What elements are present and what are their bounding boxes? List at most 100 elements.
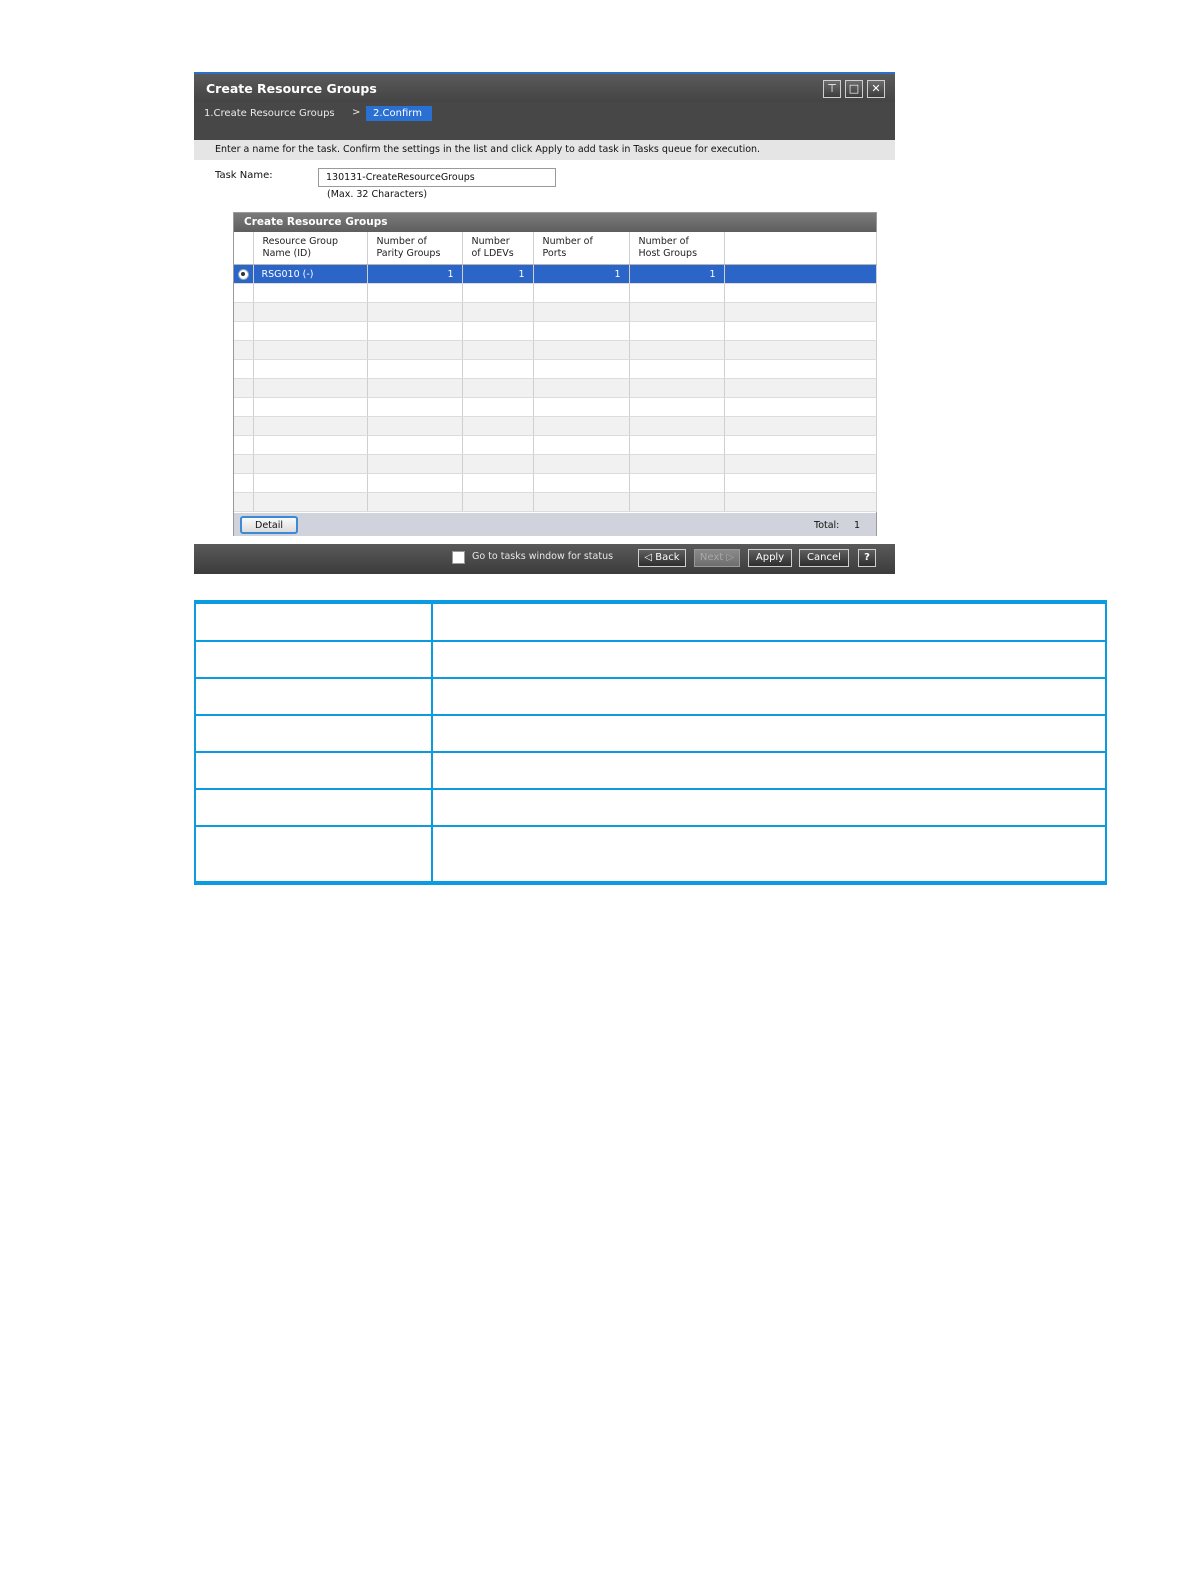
empty-cell — [367, 378, 463, 398]
empty-cell — [253, 435, 368, 455]
empty-cell — [724, 397, 877, 417]
column-header-select — [234, 232, 254, 265]
empty-cell — [533, 397, 630, 417]
total-count: 1 — [854, 520, 861, 531]
description-header-row — [194, 600, 1107, 642]
table-row[interactable]: RSG010 (-) 1 1 1 1 — [234, 264, 877, 284]
empty-cell — [462, 416, 534, 436]
column-header-ports[interactable]: Number of Ports — [533, 232, 630, 265]
table-row-empty — [234, 435, 877, 455]
empty-cell — [253, 283, 368, 303]
column-header-ldevs[interactable]: Number of LDEVs — [462, 232, 534, 265]
cancel-button[interactable]: Cancel — [799, 549, 849, 567]
close-icon[interactable]: ✕ — [867, 80, 885, 98]
empty-cell — [462, 435, 534, 455]
apply-button[interactable]: Apply — [748, 549, 792, 567]
instruction-bar: Enter a name for the task. Confirm the s… — [194, 140, 895, 160]
empty-cell — [533, 435, 630, 455]
wizard-step-create[interactable]: 1.Create Resource Groups — [204, 108, 335, 119]
task-name-input[interactable] — [318, 168, 556, 187]
empty-cell — [367, 397, 463, 417]
empty-cell — [724, 492, 877, 512]
description-row — [194, 677, 1107, 716]
table-row-empty — [234, 283, 877, 303]
description-cell — [431, 677, 1107, 716]
description-row — [194, 714, 1107, 753]
help-button[interactable]: ? — [858, 549, 876, 567]
empty-cell — [234, 492, 254, 512]
empty-cell — [629, 378, 725, 398]
task-name-label: Task Name: — [215, 170, 273, 181]
cell-filler — [724, 264, 877, 284]
empty-cell — [629, 473, 725, 493]
empty-cell — [533, 340, 630, 360]
empty-cell — [629, 302, 725, 322]
empty-cell — [462, 283, 534, 303]
maximize-icon[interactable]: □ — [845, 80, 863, 98]
panel-footer: Detail Total: 1 — [234, 513, 876, 536]
description-cell — [431, 714, 1107, 753]
panel-title: Create Resource Groups — [244, 216, 388, 228]
empty-cell — [724, 473, 877, 493]
description-cell — [194, 751, 433, 790]
empty-cell — [724, 321, 877, 341]
description-cell — [431, 640, 1107, 679]
empty-cell — [462, 397, 534, 417]
column-header-parity-groups[interactable]: Number of Parity Groups — [367, 232, 463, 265]
back-button[interactable]: ◁ Back — [638, 549, 686, 567]
next-button[interactable]: Next ▷ — [694, 549, 740, 567]
description-row — [194, 825, 1107, 885]
empty-cell — [253, 321, 368, 341]
empty-cell — [629, 435, 725, 455]
empty-cell — [367, 473, 463, 493]
empty-cell — [234, 397, 254, 417]
column-header-host-groups[interactable]: Number of Host Groups — [629, 232, 725, 265]
empty-cell — [462, 454, 534, 474]
table-row-empty — [234, 473, 877, 493]
empty-cell — [629, 359, 725, 379]
empty-cell — [253, 416, 368, 436]
go-to-tasks-checkbox[interactable] — [452, 551, 465, 564]
table-row-empty — [234, 492, 877, 512]
column-header-name[interactable]: Resource Group Name (ID) — [253, 232, 368, 265]
description-row — [194, 751, 1107, 790]
empty-cell — [253, 378, 368, 398]
empty-cell — [724, 378, 877, 398]
empty-cell — [533, 302, 630, 322]
empty-cell — [367, 435, 463, 455]
table-row-empty — [234, 302, 877, 322]
empty-cell — [724, 435, 877, 455]
description-row — [194, 788, 1107, 827]
empty-cell — [533, 321, 630, 341]
description-row — [194, 640, 1107, 679]
empty-cell — [462, 302, 534, 322]
detail-button[interactable]: Detail — [240, 516, 298, 534]
empty-cell — [629, 397, 725, 417]
radio-selected-icon[interactable] — [237, 268, 249, 280]
cell-parity-groups: 1 — [367, 264, 463, 284]
description-cell — [194, 677, 433, 716]
table-row-empty — [234, 359, 877, 379]
restore-icon[interactable]: ⊤ — [823, 80, 841, 98]
empty-cell — [533, 492, 630, 512]
empty-cell — [724, 302, 877, 322]
task-name-hint: (Max. 32 Characters) — [327, 189, 428, 200]
description-cell — [194, 788, 433, 827]
empty-cell — [234, 302, 254, 322]
empty-cell — [234, 454, 254, 474]
table-row-empty — [234, 340, 877, 360]
empty-cell — [724, 359, 877, 379]
empty-cell — [367, 340, 463, 360]
description-cell — [431, 825, 1107, 885]
cell-ports: 1 — [533, 264, 630, 284]
cell-host-groups: 1 — [629, 264, 725, 284]
row-select-cell[interactable] — [234, 264, 254, 284]
empty-cell — [234, 340, 254, 360]
empty-cell — [724, 283, 877, 303]
empty-cell — [367, 359, 463, 379]
panel-title-bar: Create Resource Groups — [234, 213, 876, 232]
empty-cell — [253, 473, 368, 493]
empty-cell — [462, 359, 534, 379]
dialog-button-bar: Go to tasks window for status ◁ Back Nex… — [194, 544, 895, 574]
empty-cell — [367, 321, 463, 341]
